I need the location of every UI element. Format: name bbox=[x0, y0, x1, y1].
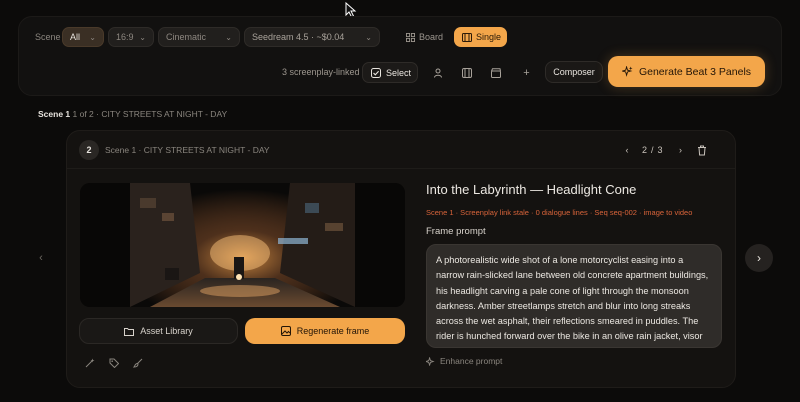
model-select[interactable]: Seedream 4.5 · ~$0.04 ⌄ bbox=[244, 27, 380, 47]
chevron-right-icon[interactable]: › bbox=[674, 145, 688, 155]
asset-library-label: Asset Library bbox=[140, 326, 193, 336]
trash-icon[interactable] bbox=[697, 145, 707, 156]
tag-icon[interactable] bbox=[107, 356, 121, 370]
page-total: 3 bbox=[657, 145, 663, 155]
sparkle-icon bbox=[621, 66, 633, 77]
enhance-prompt-label: Enhance prompt bbox=[440, 356, 503, 366]
scene-filter-label: Scene bbox=[35, 32, 61, 42]
film-icon bbox=[461, 67, 472, 78]
style-value: Cinematic bbox=[166, 32, 207, 42]
brush-icon[interactable] bbox=[131, 356, 145, 370]
character-button[interactable] bbox=[427, 62, 448, 83]
select-button[interactable]: Select bbox=[362, 62, 418, 83]
single-frame-icon bbox=[462, 32, 472, 42]
scene-filter-value: All bbox=[70, 32, 81, 42]
chevron-down-icon: ⌄ bbox=[365, 32, 372, 42]
composer-label: Composer bbox=[553, 67, 595, 77]
regenerate-label: Regenerate frame bbox=[296, 326, 370, 336]
add-button[interactable]: + bbox=[516, 62, 537, 83]
plus-icon: + bbox=[523, 66, 530, 79]
frame-prompt-textarea[interactable]: A photorealistic wide shot of a lone mot… bbox=[426, 244, 722, 348]
previous-shot-button[interactable]: ‹ bbox=[33, 250, 49, 266]
shot-title: Into the Labyrinth — Headlight Cone bbox=[426, 182, 637, 197]
card-divider bbox=[67, 168, 735, 169]
breadcrumb-position: 1 of 2 bbox=[72, 109, 94, 119]
frame-prompt-label: Frame prompt bbox=[426, 226, 486, 237]
chevron-left-icon: ‹ bbox=[39, 252, 43, 264]
asset-library-button[interactable]: Asset Library bbox=[79, 318, 238, 344]
magic-wand-icon[interactable] bbox=[83, 356, 97, 370]
chevron-down-icon: ⌄ bbox=[225, 32, 232, 42]
chevron-down-icon: ⌄ bbox=[139, 32, 146, 42]
chevron-right-icon: › bbox=[757, 251, 761, 265]
page-separator: / bbox=[651, 145, 654, 155]
model-value: Seedream 4.5 · ~$0.04 bbox=[252, 32, 345, 42]
aspect-ratio-value: 16:9 bbox=[116, 32, 134, 42]
generate-panels-button[interactable]: Generate Beat 3 Panels bbox=[608, 56, 765, 87]
shot-number-badge: 2 bbox=[79, 140, 99, 160]
select-label: Select bbox=[386, 67, 412, 78]
folder-icon bbox=[124, 327, 135, 336]
shot-meta: Scene 1 · Screenplay link stale · 0 dial… bbox=[426, 208, 693, 217]
single-view-label: Single bbox=[476, 32, 502, 42]
clapperboard-button[interactable] bbox=[485, 62, 506, 83]
film-button[interactable] bbox=[456, 62, 477, 83]
generate-label: Generate Beat 3 Panels bbox=[638, 65, 752, 78]
clapperboard-icon bbox=[490, 67, 501, 78]
board-view-label: Board bbox=[419, 32, 444, 42]
composer-button[interactable]: Composer bbox=[545, 61, 603, 83]
night-street-scene-image bbox=[80, 183, 405, 307]
chevron-left-icon[interactable]: ‹ bbox=[620, 145, 634, 155]
image-icon bbox=[280, 326, 291, 336]
frame-image[interactable] bbox=[80, 183, 405, 307]
person-icon bbox=[433, 68, 442, 78]
card-subtitle: Scene 1 · CITY STREETS AT NIGHT - DAY bbox=[105, 145, 270, 155]
style-select[interactable]: Cinematic ⌄ bbox=[158, 27, 240, 47]
next-shot-button[interactable]: › bbox=[745, 244, 773, 272]
shot-pager: ‹ 2 / 3 › bbox=[620, 143, 720, 157]
scene-filter-select[interactable]: All ⌄ bbox=[62, 27, 104, 47]
chevron-down-icon: ⌄ bbox=[89, 32, 96, 42]
checkbox-icon bbox=[371, 67, 381, 78]
enhance-prompt-button[interactable]: Enhance prompt bbox=[426, 356, 502, 366]
page-current: 2 bbox=[642, 145, 648, 155]
breadcrumb-scene: Scene 1 bbox=[38, 109, 71, 119]
frame-prompt-text: A photorealistic wide shot of a lone mot… bbox=[436, 255, 709, 347]
breadcrumb-location: · CITY STREETS AT NIGHT - DAY bbox=[96, 109, 228, 119]
sparkle-icon bbox=[426, 356, 435, 366]
regenerate-frame-button[interactable]: Regenerate frame bbox=[245, 318, 405, 344]
aspect-ratio-select[interactable]: 16:9 ⌄ bbox=[108, 27, 154, 47]
grid-icon bbox=[406, 32, 415, 42]
breadcrumb: Scene 1 1 of 2 · CITY STREETS AT NIGHT -… bbox=[38, 109, 227, 119]
screenplay-linked-count: 3 screenplay-linked bbox=[282, 67, 360, 77]
single-view-toggle[interactable]: Single bbox=[454, 27, 507, 47]
board-view-toggle[interactable]: Board bbox=[398, 27, 448, 47]
